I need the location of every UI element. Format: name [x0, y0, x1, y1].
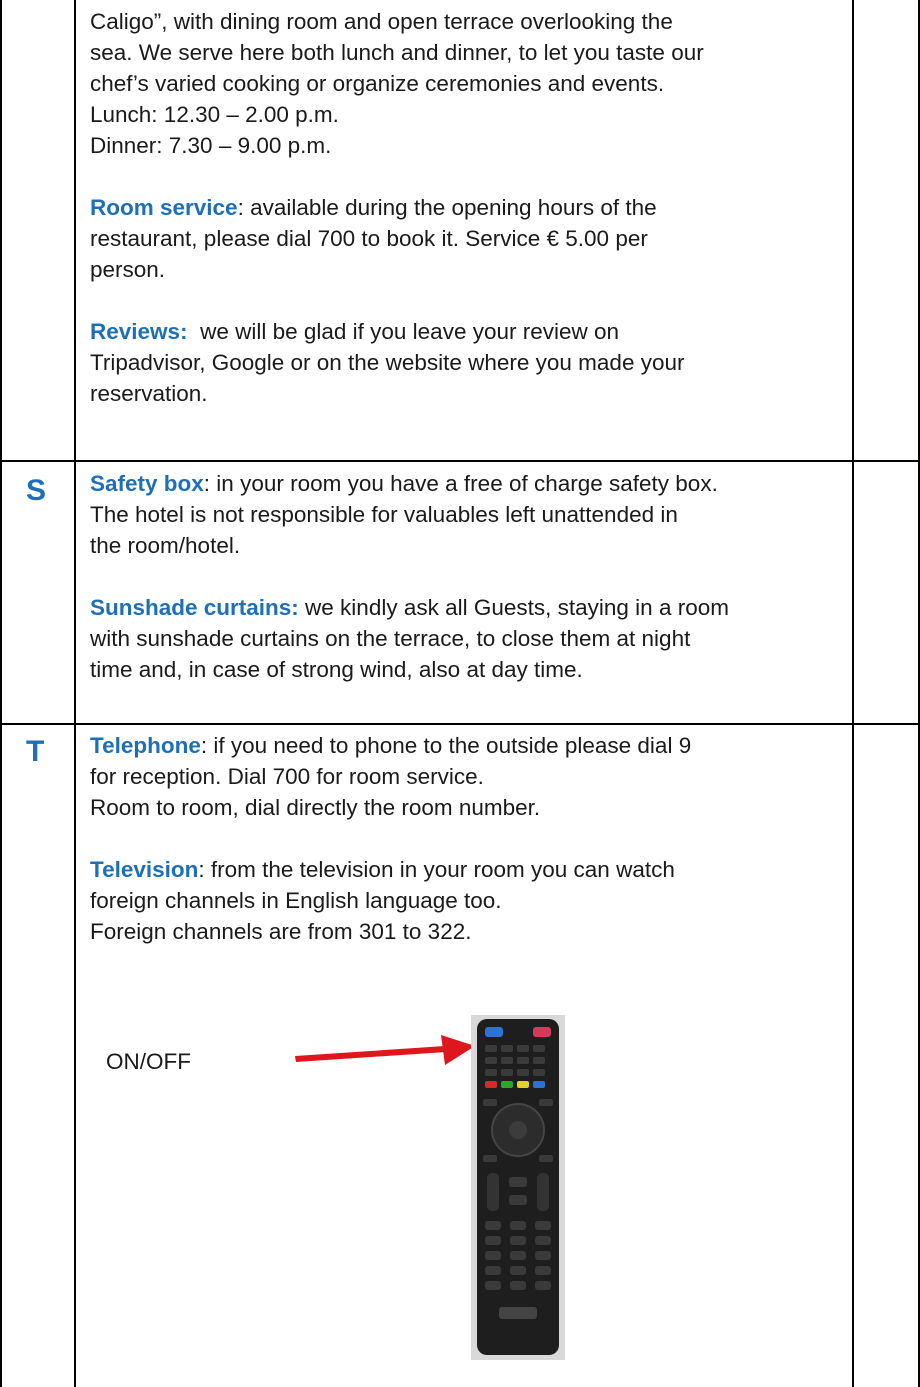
section-r-content: Caligo”, with dining room and open terra… — [90, 6, 850, 409]
table-border-col2 — [852, 0, 854, 1387]
room-service-heading: Room service — [90, 195, 238, 220]
telephone-text: : if you need to phone to the outside pl… — [200, 733, 692, 758]
red-arrow-icon — [295, 1035, 475, 1065]
section-t-content: Telephone: if you need to phone to the o… — [90, 730, 850, 947]
television-heading: Television — [90, 857, 199, 882]
telephone-text: Room to room, dial directly the room num… — [90, 795, 541, 820]
room-service-text: : available during the opening hours of … — [237, 195, 657, 220]
section-letter-s: S — [26, 474, 47, 507]
reviews-text: Tripadvisor, Google or on the website wh… — [90, 350, 685, 375]
reviews-heading: Reviews: — [90, 319, 188, 344]
power-button-icon — [485, 1027, 503, 1037]
document-table: Caligo”, with dining room and open terra… — [0, 0, 920, 1387]
telephone-text: for reception. Dial 700 for room service… — [90, 764, 484, 789]
lunch-hours: Lunch: 12.30 – 2.00 p.m. — [90, 102, 339, 127]
sunshade-text: we kindly ask all Guests, staying in a r… — [298, 595, 729, 620]
restaurant-intro-line: Caligo”, with dining room and open terra… — [90, 9, 673, 34]
telephone-heading: Telephone — [90, 733, 201, 758]
telephone-paragraph: Telephone: if you need to phone to the o… — [90, 730, 850, 761]
restaurant-intro-line: chef’s varied cooking or organize ceremo… — [90, 71, 665, 96]
sunshade-text: with sunshade curtains on the terrace, t… — [90, 626, 691, 651]
room-service-paragraph: Room service: available during the openi… — [90, 192, 850, 223]
restaurant-intro-line: sea. We serve here both lunch and dinner… — [90, 40, 704, 65]
room-service-text: person. — [90, 257, 166, 282]
safety-box-heading: Safety box — [90, 471, 204, 496]
safety-box-text: The hotel is not responsible for valuabl… — [90, 502, 678, 527]
sunshade-text: time and, in case of strong wind, also a… — [90, 657, 583, 682]
section-letter-t: T — [26, 735, 45, 768]
table-border-col1 — [74, 0, 76, 1387]
safety-box-text: the room/hotel. — [90, 533, 241, 558]
safety-box-paragraph: Safety box: in your room you have a free… — [90, 468, 850, 499]
section-s-content: Safety box: in your room you have a free… — [90, 468, 850, 685]
sunshade-paragraph: Sunshade curtains: we kindly ask all Gue… — [90, 592, 850, 623]
reviews-text: reservation. — [90, 381, 208, 406]
room-service-text: restaurant, please dial 700 to book it. … — [90, 226, 648, 251]
reviews-paragraph: Reviews: we will be glad if you leave yo… — [90, 316, 850, 347]
tv-remote-image — [471, 1015, 565, 1360]
safety-box-text: : in your room you have a free of charge… — [203, 471, 718, 496]
television-text: foreign channels in English language too… — [90, 888, 502, 913]
television-text: : from the television in your room you c… — [198, 857, 675, 882]
row-divider-s-t — [0, 723, 920, 725]
on-off-label: ON/OFF — [106, 1049, 191, 1074]
television-paragraph: Television: from the television in your … — [90, 854, 850, 885]
television-text: Foreign channels are from 301 to 322. — [90, 919, 472, 944]
reviews-text: we will be glad if you leave your review… — [187, 319, 620, 344]
sunshade-heading: Sunshade curtains: — [90, 595, 299, 620]
dinner-hours: Dinner: 7.30 – 9.00 p.m. — [90, 133, 332, 158]
row-divider-r-s — [0, 460, 920, 462]
table-border-left — [0, 0, 2, 1387]
